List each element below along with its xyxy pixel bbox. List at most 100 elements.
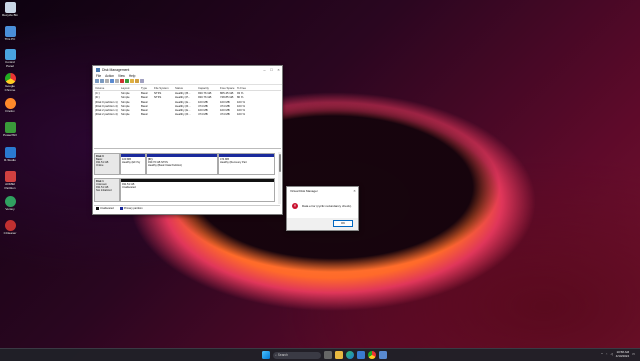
help-icon[interactable] [110,79,114,83]
disk-1-label[interactable]: Disk 1 Unknown 931.51 GB Not Initialized [94,178,120,202]
legend: Unallocated Primary partition [94,205,280,211]
cell-type: Basic [141,112,148,117]
menu-action[interactable]: Action [105,74,114,78]
ventoy-icon [4,196,16,207]
col-status[interactable]: Status [174,86,197,90]
network-icon[interactable]: ◔ [606,352,608,356]
disk-0-partition-recovery[interactable]: 474 MB Healthy (Recovery Part [218,153,275,175]
cell-free-space: 474 MB [220,112,230,117]
volume-list: Volume Layout Type File System Status Ca… [94,86,281,149]
disk-management-taskbar-icon[interactable] [379,351,387,359]
desktop-icon-chrome[interactable]: Google Chrome [1,73,19,92]
col-volume[interactable]: Volume [94,86,120,90]
col-free-space[interactable]: Free Space [219,86,236,90]
desktop-icon-poweriso[interactable]: PowerISO [1,122,19,138]
search-icon: ⌕ [275,353,277,357]
cell-percent-free: 100 % [237,112,245,117]
clock[interactable]: 10:58 AM 4/10/2024 [616,350,629,358]
chrome-taskbar-icon[interactable] [368,351,376,359]
list-icon[interactable] [115,79,119,83]
poweriso-icon [4,122,16,133]
chrome-icon [4,73,16,84]
maximize-button[interactable]: □ [268,66,275,73]
volume-icon[interactable]: ◁ [610,352,612,356]
dialog-body: × Data error (cyclic redundancy check). [287,194,358,218]
partition-status: Healthy (Recovery Part [220,161,247,164]
delete-icon[interactable] [120,79,124,83]
dialog-message: Data error (cyclic redundancy check). [302,204,352,208]
disk-0-partition-efi[interactable]: 100 MB Healthy (EFI Sy [120,153,146,175]
desktop-icon-ventoy[interactable]: Ventoy [1,196,19,212]
scrollbar-thumb[interactable] [278,154,281,172]
control-panel-icon [4,49,16,60]
disk-1-unallocated[interactable]: 931.51 GB Unallocated [120,178,275,202]
disk-0-label[interactable]: Disk 0 Basic 931.51 GB Online [94,153,120,175]
desktop-icon-firefox[interactable]: Firefox [1,98,19,114]
disk-0-row: Disk 0 Basic 931.51 GB Online 100 MB Hea… [94,153,275,175]
edge-icon[interactable] [346,351,354,359]
properties-icon[interactable] [140,79,144,83]
system-tray: ^ ◔ ◁ 10:58 AM 4/10/2024 ▭ [601,350,635,358]
col-type[interactable]: Type [140,86,153,90]
file-explorer-icon[interactable] [335,351,343,359]
start-icon[interactable] [262,351,270,359]
folder-icon[interactable] [130,79,134,83]
desktop-icon-this-pc[interactable]: This PC [1,26,19,42]
search-box[interactable]: ⌕ Search [273,351,321,359]
firefox-icon [4,98,16,109]
search-placeholder: Search [277,353,288,357]
minimize-button[interactable]: – [261,66,268,73]
dialog-titlebar[interactable]: Virtual Disk Manager × [287,187,358,194]
disk-0-status: Online [96,164,104,167]
store-icon[interactable] [357,351,365,359]
menu-help[interactable]: Help [129,74,136,78]
notification-icon[interactable]: ▭ [632,352,635,356]
unallocated-label: Unallocated [122,186,136,189]
desktop-icon-control-panel[interactable]: Control Panel [1,49,19,68]
computer-icon [4,26,16,37]
disk-1-row: Disk 1 Unknown 931.51 GB Not Initialized… [94,178,275,202]
legend-primary: Primary partition [119,206,143,211]
legend-primary-label: Primary partition [123,207,143,211]
menu-view[interactable]: View [118,74,125,78]
desktop-icon-aomei[interactable]: AOMEI Partition [1,171,19,190]
dialog-title: Virtual Disk Manager [290,188,318,193]
error-icon: × [292,203,298,209]
table-row[interactable]: (Disk 2 partition 4) Simple Basic Healthy (… [94,112,281,116]
desktop-icon-recycle-bin[interactable]: Recycle Bin [1,2,19,18]
cell-volume: (Disk 2 partition 4) [95,112,118,117]
window-titlebar[interactable]: Disk Management – □ × [93,66,282,73]
cell-capacity: 474 MB [198,112,208,117]
task-view-icon[interactable] [324,351,332,359]
desktop-icon-r-studio[interactable]: R-Studio [1,147,19,163]
chevron-up-icon[interactable]: ^ [601,352,602,356]
partition-status: Healthy (EFI Sy [122,161,141,164]
aomei-icon [4,171,16,182]
ccleaner-icon [4,220,16,231]
ok-button[interactable]: OK [333,220,353,227]
disk-management-icon [96,67,100,72]
toolbar [93,78,282,85]
forward-icon[interactable] [100,79,104,83]
col-capacity[interactable]: Capacity [197,86,219,90]
menu-file[interactable]: File [96,74,101,78]
close-button[interactable]: × [275,66,282,73]
disk-0-partition-d[interactable]: (D:) 930.76 GB NTFS Healthy (Basic Data … [146,153,218,175]
clock-date: 4/10/2024 [615,354,630,358]
legend-unallocated: Unallocated [96,206,114,210]
recycle-bin-icon [4,2,16,13]
col-layout[interactable]: Layout [120,86,140,90]
cell-layout: Simple [121,112,130,117]
taskbar-apps: ⌕ Search [262,351,387,359]
graph-scrollbar[interactable] [278,152,281,204]
disk-management-window: Disk Management – □ × File Action View H… [92,65,283,215]
back-icon[interactable] [95,79,99,83]
cell-status: Healthy (R... [175,112,191,117]
search-icon[interactable] [135,79,139,83]
check-icon[interactable] [125,79,129,83]
desktop-icon-ccleaner[interactable]: CCleaner [1,220,19,236]
view-icon[interactable] [105,79,109,83]
col-file-system[interactable]: File System [153,86,174,90]
dialog-close-button[interactable]: × [351,187,358,194]
col-percent-free[interactable]: % Free [236,86,249,90]
